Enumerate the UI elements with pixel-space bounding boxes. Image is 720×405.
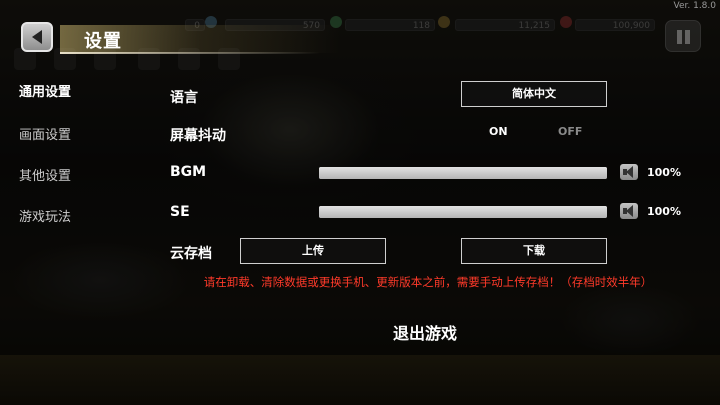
language-select[interactable]: 简体中文	[461, 81, 607, 107]
bgm-volume: 100%	[647, 166, 681, 179]
screen-shake-label: 屏幕抖动	[170, 128, 226, 144]
back-button[interactable]	[21, 22, 53, 52]
bgm-slider-fill	[319, 167, 607, 179]
cloud-save-warning: 请在卸载、清除数据或更换手机、更新版本之前，需要手动上传存档！（存档时效半年）	[203, 275, 653, 289]
settings-screen: 0 570 118 11,215 100,900 Ver. 1.8.0 设置 通…	[0, 0, 720, 405]
sidebar-item-other[interactable]: 其他设置	[19, 165, 71, 184]
se-slider[interactable]	[319, 206, 607, 218]
bgm-label: BGM	[170, 164, 207, 180]
sidebar-item-display[interactable]: 画面设置	[19, 124, 71, 143]
speaker-icon[interactable]	[620, 164, 638, 180]
version-label: Ver. 1.8.0	[673, 1, 717, 11]
se-label: SE	[170, 204, 190, 220]
exit-game-button[interactable]: 退出游戏	[340, 320, 510, 344]
page-title: 设置	[84, 31, 122, 52]
se-slider-fill	[319, 206, 607, 218]
shake-off-toggle[interactable]: OFF	[558, 125, 582, 138]
language-label: 语言	[170, 90, 198, 106]
bgm-slider[interactable]	[319, 167, 607, 179]
se-volume: 100%	[647, 205, 681, 218]
back-arrow-icon	[32, 30, 42, 44]
pause-button	[665, 20, 701, 52]
download-button[interactable]: 下载	[461, 238, 607, 264]
pause-icon	[677, 30, 682, 44]
cloud-save-label: 云存档	[170, 246, 212, 262]
upload-button[interactable]: 上传	[240, 238, 386, 264]
dim-overlay	[0, 0, 720, 405]
shake-on-toggle[interactable]: ON	[489, 125, 508, 138]
speaker-icon[interactable]	[620, 203, 638, 219]
sidebar-item-general[interactable]: 通用设置	[19, 81, 71, 100]
sidebar-item-gameplay[interactable]: 游戏玩法	[19, 206, 71, 225]
